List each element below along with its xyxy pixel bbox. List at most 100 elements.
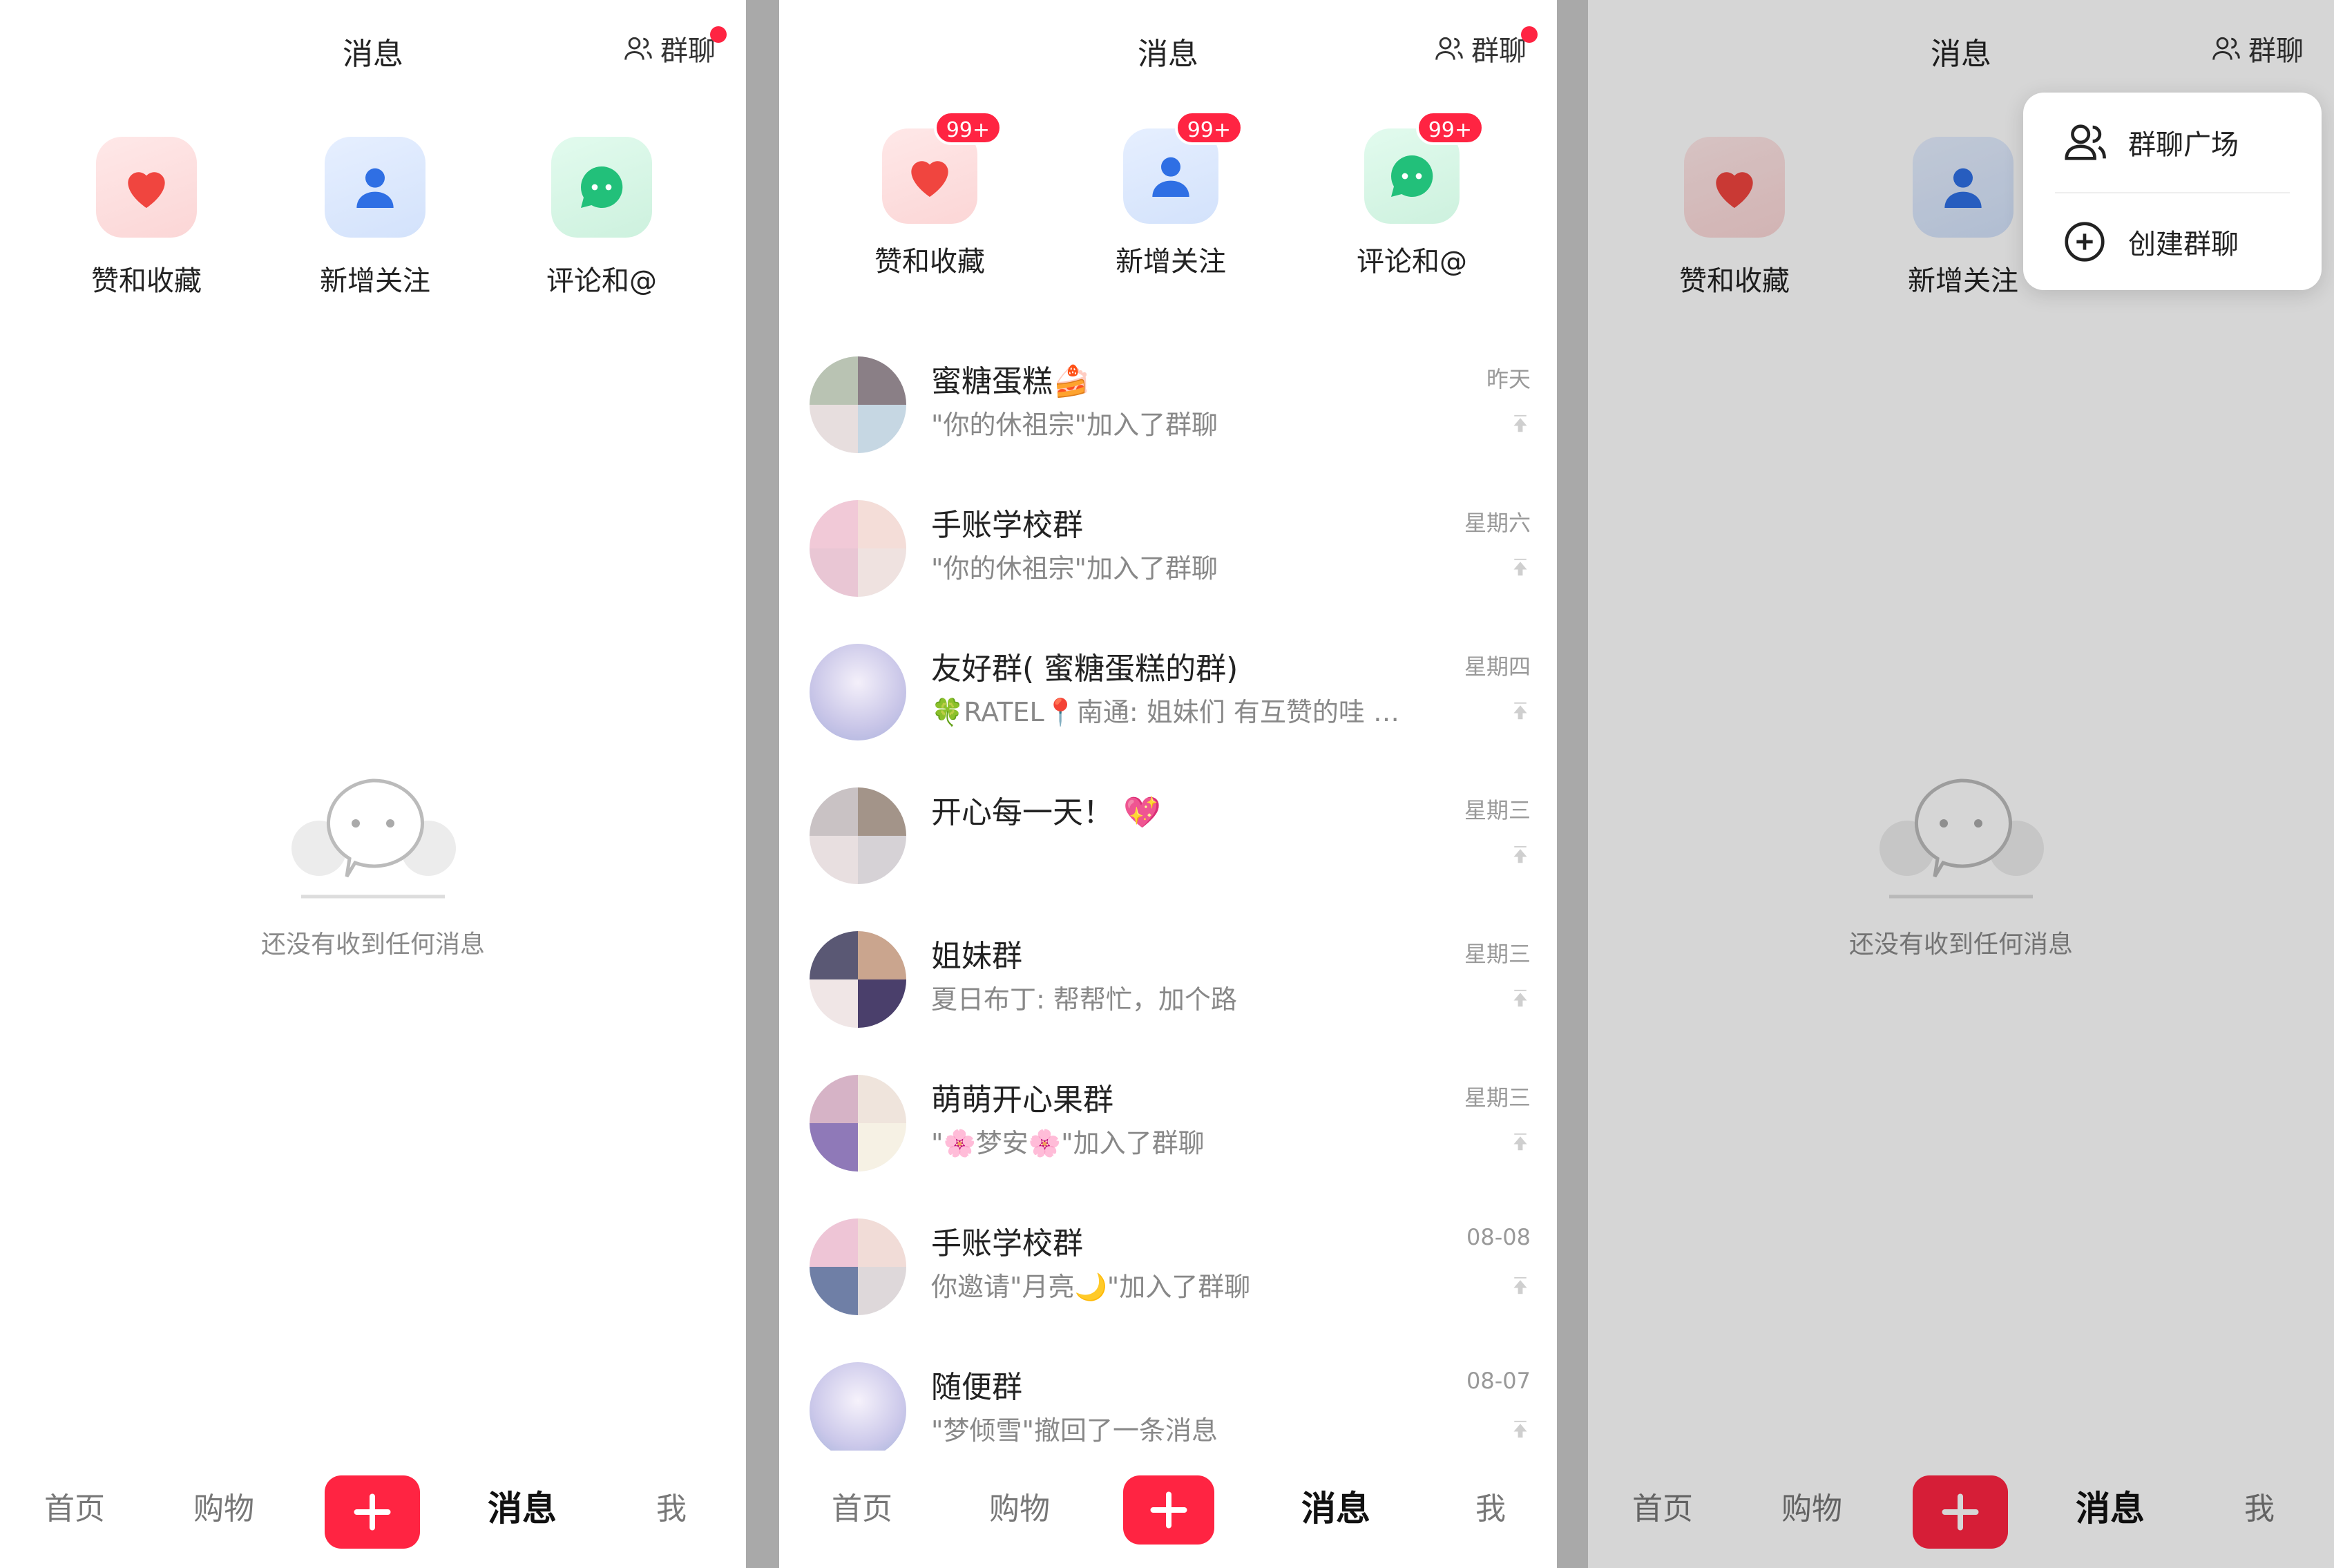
plus-icon [1150, 1491, 1187, 1529]
avatar-tile [858, 1218, 906, 1267]
chat-last-message: 夏日布丁: 帮帮忙，加个路 [931, 984, 1237, 1015]
entry-new-followers[interactable]: 新增关注 [285, 137, 465, 298]
entry-row: 99+ 赞和收藏 99+ 新增关注 99+ 评论和@ [779, 111, 1557, 294]
avatar-tile [810, 979, 858, 1028]
publish-button[interactable] [1123, 1475, 1214, 1545]
tab-home[interactable]: 首页 [800, 1484, 924, 1528]
empty-chat-illustration [291, 778, 456, 899]
publish-button[interactable] [325, 1475, 420, 1549]
group-chat-dropdown: 群聊广场 创建群聊 [2023, 93, 2322, 290]
avatar-tile [858, 931, 906, 979]
chat-item[interactable]: 友好群( 蜜糖蛋糕的群) 🍀RATEL📍南通: 姐妹们 有互赞的哇 … 星期四 [779, 611, 1557, 754]
menu-label: 群聊广场 [2128, 129, 2239, 161]
group-avatar [810, 787, 906, 884]
chat-name: 友好群( 蜜糖蛋糕的群) [931, 651, 1238, 687]
avatar-tile [858, 1123, 906, 1172]
menu-item-create-group[interactable]: 创建群聊 [2023, 192, 2322, 291]
empty-state: 还没有收到任何消息 [0, 767, 746, 960]
avatar-tile [858, 405, 906, 453]
avatar-tile [810, 787, 858, 836]
avatar-tile [858, 979, 906, 1028]
group-avatar [810, 1218, 906, 1315]
tab-me[interactable]: 我 [609, 1484, 734, 1528]
entry-new-followers[interactable]: 99+ 新增关注 [1081, 111, 1261, 279]
group-chat-button[interactable]: 群聊 [623, 26, 727, 68]
heart-icon [911, 161, 948, 197]
chat-last-message: 🍀RATEL📍南通: 姐妹们 有互赞的哇 … [931, 697, 1399, 727]
tab-me[interactable]: 我 [1428, 1484, 1553, 1528]
unread-badge: 99+ [1415, 111, 1484, 145]
entry-label: 评论和@ [546, 265, 657, 297]
avatar-tile [858, 836, 906, 884]
comment-icon-box: 99+ [1364, 111, 1484, 224]
header: 消息 群聊 [779, 0, 1557, 97]
screen-group-menu-open: 消息 群聊 赞和收藏 新增关注 还没有收到任何消息 首页 购物 消息 我 群聊广… [1588, 0, 2334, 1568]
screenshot-stage: 消息 群聊 赞和收藏 新增关注 评论和@ 还没有收到任何消息 首页 购物 消息 … [0, 0, 2334, 1568]
tab-shop[interactable]: 购物 [162, 1484, 286, 1528]
people-icon [2065, 124, 2106, 160]
chat-item[interactable]: 开心每一天！ 💖 星期三 [779, 754, 1557, 898]
chat-last-message: "你的休祖宗"加入了群聊 [931, 410, 1218, 440]
chat-name: 姐妹群 [931, 939, 1022, 974]
plus-icon [354, 1493, 391, 1531]
chat-item[interactable]: 蜜糖蛋糕🍰 "你的休祖宗"加入了群聊 昨天 [779, 323, 1557, 467]
entry-comments[interactable]: 99+ 评论和@ [1322, 111, 1502, 279]
chat-name: 蜜糖蛋糕🍰 [931, 364, 1091, 399]
chat-item[interactable]: 手账学校群 "你的休祖宗"加入了群聊 星期六 [779, 467, 1557, 611]
entry-label: 赞和收藏 [91, 265, 202, 297]
group-chat-button[interactable]: 群聊 [1434, 26, 1538, 68]
group-icon [624, 37, 652, 60]
avatar-tile [858, 787, 906, 836]
entry-likes[interactable]: 99+ 赞和收藏 [840, 111, 1020, 279]
chat-last-message: 你邀请"月亮🌙"加入了群聊 [931, 1272, 1251, 1302]
chat-time: 昨天 [1486, 366, 1531, 392]
pin-top-icon [1513, 1277, 1527, 1294]
chat-time: 星期四 [1464, 653, 1531, 680]
chat-time: 星期三 [1464, 941, 1531, 967]
tab-shop[interactable]: 购物 [957, 1484, 1082, 1528]
pin-top-icon [1513, 702, 1527, 720]
tab-messages[interactable]: 消息 [1274, 1481, 1398, 1531]
avatar-tile [810, 548, 858, 597]
chat-time: 星期六 [1464, 510, 1531, 536]
chat-time: 星期三 [1464, 797, 1531, 823]
tab-home[interactable]: 首页 [12, 1484, 137, 1528]
chat-last-message: "🌸梦安🌸"加入了群聊 [931, 1128, 1205, 1158]
group-chat-label: 群聊 [660, 35, 716, 67]
bottom-tab-bar: 首页 购物 消息 我 [0, 1451, 746, 1568]
chat-name: 手账学校群 [931, 508, 1083, 543]
person-icon [356, 168, 394, 208]
avatar-tile [810, 1075, 858, 1123]
pin-top-icon [1513, 1133, 1527, 1151]
entry-label: 评论和@ [1357, 246, 1467, 278]
chat-item[interactable]: 萌萌开心果群 "🌸梦安🌸"加入了群聊 星期三 [779, 1042, 1557, 1185]
screen-messages-empty: 消息 群聊 赞和收藏 新增关注 评论和@ 还没有收到任何消息 首页 购物 消息 … [0, 0, 746, 1568]
tab-messages[interactable]: 消息 [460, 1481, 584, 1531]
likes-icon-box: 99+ [882, 111, 1002, 224]
avatar-tile [858, 548, 906, 597]
group-avatar [810, 500, 906, 597]
pin-top-icon [1513, 1420, 1527, 1438]
group-avatar [810, 356, 906, 453]
pin-top-icon [1513, 845, 1527, 863]
avatar-tile [810, 1123, 858, 1172]
follow-icon-box: 99+ [1123, 111, 1243, 224]
chat-time: 08-07 [1466, 1368, 1531, 1394]
chat-name: 随便群 [931, 1370, 1022, 1405]
empty-state-text: 还没有收到任何消息 [260, 930, 485, 959]
avatar-tile [858, 356, 906, 405]
pin-top-icon [1513, 414, 1527, 432]
avatar-tile [858, 1075, 906, 1123]
avatar-tile [858, 500, 906, 548]
chat-name: 萌萌开心果群 [931, 1082, 1113, 1118]
header: 消息 群聊 [0, 0, 746, 97]
menu-item-group-square[interactable]: 群聊广场 [2023, 93, 2322, 192]
entry-comments[interactable]: 评论和@ [512, 137, 691, 298]
entry-likes[interactable]: 赞和收藏 [57, 137, 236, 298]
unread-badge: 99+ [1174, 111, 1243, 145]
chat-last-message: "你的休祖宗"加入了群聊 [931, 553, 1218, 584]
chat-item[interactable]: 姐妹群 夏日布丁: 帮帮忙，加个路 星期三 [779, 898, 1557, 1042]
chat-item[interactable]: 手账学校群 你邀请"月亮🌙"加入了群聊 08-08 [779, 1185, 1557, 1329]
entry-label: 新增关注 [1116, 246, 1226, 278]
group-avatar [810, 1075, 906, 1172]
